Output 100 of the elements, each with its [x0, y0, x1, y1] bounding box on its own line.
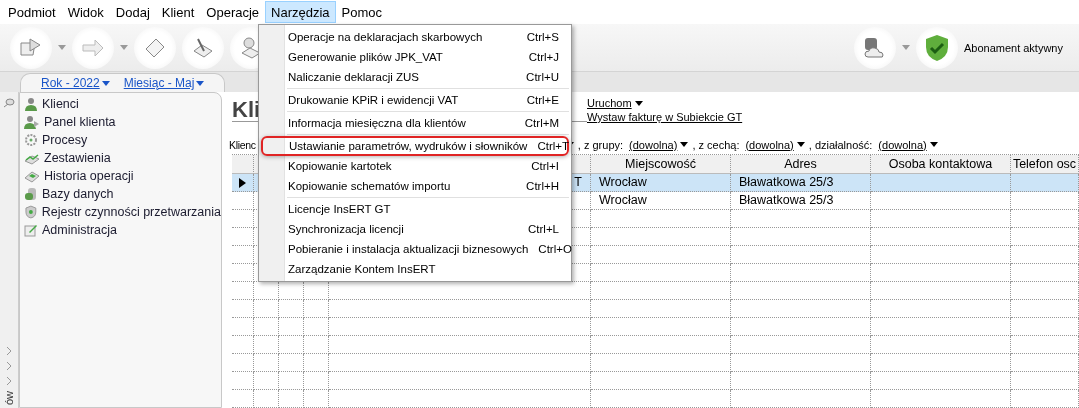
table-cell — [304, 372, 329, 390]
caret-icon — [196, 80, 205, 86]
table-cell — [1011, 228, 1079, 246]
action-link[interactable]: Wystaw fakturę w Subiekcie GT — [587, 111, 743, 123]
caret-icon — [634, 100, 643, 106]
menu-item[interactable]: Zarządzanie Kontem InsERT — [259, 259, 571, 279]
table-cell — [279, 336, 304, 354]
row-indicator-cell — [232, 336, 254, 354]
table-cell — [304, 390, 329, 408]
menu-item[interactable]: Generowanie plików JPK_VAT Ctrl+J — [259, 47, 571, 67]
menu-item[interactable]: Naliczanie deklaracji ZUS Ctrl+U — [259, 67, 571, 87]
table-cell — [254, 390, 279, 408]
menu-item[interactable]: Synchronizacja licencji Ctrl+L — [259, 219, 571, 239]
toolbar-button[interactable] — [853, 26, 896, 69]
sidebar-item[interactable]: Historia operacji — [20, 167, 221, 185]
sidebar-item[interactable]: Bazy danych — [20, 185, 221, 203]
table-cell — [1011, 336, 1079, 354]
menu-item[interactable]: Pomoc — [335, 1, 389, 23]
user-card-icon — [24, 115, 40, 129]
column-header[interactable]: Miejscowość — [591, 155, 731, 174]
shield-icon — [24, 205, 38, 219]
table-cell — [1011, 246, 1079, 264]
sidebar-item[interactable]: Panel klienta — [20, 113, 221, 131]
table-cell — [1011, 174, 1079, 192]
row-indicator-cell — [232, 318, 254, 336]
column-header[interactable]: Osoba kontaktowa — [871, 155, 1011, 174]
table-cell — [304, 318, 329, 336]
subscription-status: Abonament aktywny — [963, 41, 1063, 54]
panel-label: ów — [3, 390, 15, 406]
menu-item[interactable]: Widok — [61, 1, 110, 23]
user-icon — [24, 97, 38, 111]
filter-label: , z cechą: — [692, 138, 740, 151]
sidebar-item[interactable]: Rejestr czynności przetwarzania — [20, 203, 221, 221]
table-cell — [1011, 192, 1079, 210]
menu-item[interactable]: Kopiowanie kartotek Ctrl+I — [259, 156, 571, 176]
table-cell — [1011, 390, 1079, 408]
filter-label: , z grupy: — [577, 138, 624, 151]
caret-icon — [58, 45, 66, 50]
menu-item[interactable]: Klient — [155, 1, 201, 23]
action-link[interactable]: Uruchom — [587, 97, 743, 109]
table-cell: Wrocław — [591, 174, 731, 192]
table-cell — [1011, 300, 1079, 318]
table-cell — [254, 336, 279, 354]
row-indicator-cell — [232, 228, 254, 246]
column-header[interactable]: Telefon osc — [1011, 155, 1079, 174]
sidebar-item[interactable]: Procesy — [20, 131, 221, 149]
table-cell — [1011, 318, 1079, 336]
caret-icon — [796, 142, 805, 148]
menu-item[interactable]: Operacje na deklaracjach skarbowych Ctrl+S — [259, 27, 571, 47]
sidebar-item[interactable]: Administracja — [20, 221, 221, 239]
toolbar-button[interactable] — [915, 26, 958, 69]
sidebar-item[interactable]: Klienci — [20, 95, 221, 113]
filter-dropdown[interactable]: (dowolna) — [745, 138, 805, 151]
table-cell — [254, 318, 279, 336]
menu-item[interactable]: Podmiot — [2, 1, 62, 23]
table-cell — [279, 318, 304, 336]
period-link[interactable]: Miesiąc - Maj — [123, 76, 205, 90]
database-icon — [24, 187, 38, 201]
table-cell — [279, 300, 304, 318]
row-indicator-cell — [232, 264, 254, 282]
menu-item[interactable]: Narzędzia — [265, 1, 336, 23]
column-header[interactable]: Adres — [731, 155, 871, 174]
menu-item[interactable]: Operacje — [200, 1, 266, 23]
row-indicator-cell — [232, 282, 254, 300]
row-indicator-cell — [232, 210, 254, 228]
table-cell — [304, 336, 329, 354]
caret-icon — [929, 142, 938, 148]
filter-dropdown[interactable]: (dowolna) — [878, 138, 938, 151]
table-cell — [254, 300, 279, 318]
table-cell — [254, 372, 279, 390]
row-indicator-cell — [232, 300, 254, 318]
caret-icon — [120, 45, 128, 50]
menu-item[interactable]: Drukowanie KPiR i ewidencji VAT Ctrl+E — [259, 90, 571, 110]
menu-item[interactable]: Licencje InsERT GT — [259, 199, 571, 219]
edit-icon — [24, 223, 38, 237]
filter-label: , działalność: — [808, 138, 873, 151]
sidebar-item[interactable]: Zestawienia — [20, 149, 221, 167]
table-cell: Bławatkowa 25/3 — [731, 174, 871, 192]
pin-icon — [3, 98, 15, 108]
table-cell — [1011, 282, 1079, 300]
menu-item[interactable]: Dodaj — [109, 1, 156, 23]
period-link[interactable]: Rok - 2022 — [41, 76, 110, 90]
caret-icon — [101, 80, 110, 86]
table-cell — [1011, 264, 1079, 282]
column-header[interactable] — [232, 155, 254, 174]
book-icon — [24, 169, 40, 183]
toolbar-button[interactable] — [182, 26, 224, 69]
toolbar-button[interactable] — [10, 26, 52, 69]
current-row-icon — [239, 177, 246, 188]
caret-icon — [901, 45, 910, 50]
table-cell — [279, 372, 304, 390]
filter-label: Klienc — [229, 138, 256, 151]
filter-dropdown[interactable]: (dowolna) — [629, 138, 689, 151]
row-indicator-cell — [232, 372, 254, 390]
chart-icon — [24, 151, 40, 165]
table-cell — [1011, 354, 1079, 372]
table-cell — [279, 390, 304, 408]
gear-icon — [24, 133, 38, 147]
row-indicator-cell — [232, 354, 254, 372]
menu-item[interactable]: Pobieranie i instalacja aktualizacji biznesowych Ctrl+O — [259, 239, 571, 259]
